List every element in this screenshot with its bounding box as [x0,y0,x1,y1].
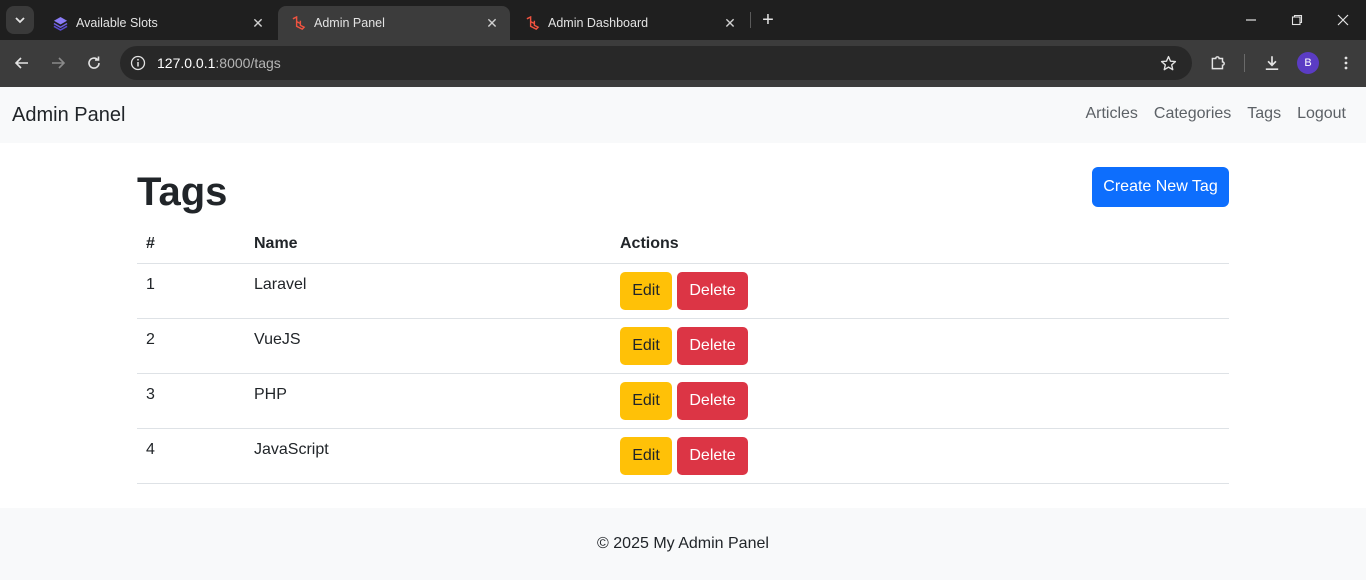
puzzle-icon [1211,56,1225,70]
edit-button[interactable]: Edit [620,437,672,475]
edit-button[interactable]: Edit [620,272,672,310]
new-tab-button[interactable]: + [757,9,779,31]
url-host: 127.0.0.1 [157,55,216,71]
delete-button[interactable]: Delete [677,437,748,475]
arrow-right-icon [52,57,66,69]
cell-name: PHP [254,386,287,403]
nav-links: Articles Categories Tags Logout [1085,105,1346,123]
nav-link-categories[interactable]: Categories [1154,105,1231,123]
url-path: :8000/tags [215,55,281,71]
table-header: # Name Actions [137,224,1229,264]
nav-link-logout[interactable]: Logout [1297,105,1346,123]
page-footer: © 2025 My Admin Panel [0,508,1366,580]
cell-id: 4 [146,441,155,458]
browser-tabstrip: Available Slots ✕ Admin Panel ✕ Admin Da… [0,0,1366,40]
brand-link[interactable]: Admin Panel [12,104,125,127]
nav-link-tags[interactable]: Tags [1247,105,1281,123]
tags-table: # Name Actions 1 Laravel Edit Delete 2 V… [137,224,1229,484]
table-row: 4 JavaScript Edit Delete [137,429,1229,484]
tab-title: Admin Panel [314,16,385,30]
table-row: 1 Laravel Edit Delete [137,264,1229,319]
tab-admin-panel[interactable]: Admin Panel ✕ [278,6,510,40]
reload-button[interactable] [79,48,109,78]
tab-admin-dashboard[interactable]: Admin Dashboard ✕ [512,6,748,40]
table-row: 2 VueJS Edit Delete [137,319,1229,374]
cell-name: VueJS [254,331,301,348]
browser-toolbar: 127.0.0.1:8000/tags B [0,40,1366,87]
more-vertical-icon [1344,56,1348,70]
column-header-id: # [146,235,155,252]
back-button[interactable] [7,48,37,78]
restore-button[interactable] [1274,0,1320,40]
column-header-actions: Actions [620,235,679,252]
edit-button[interactable]: Edit [620,382,672,420]
downloads-button[interactable] [1257,48,1287,78]
close-icon[interactable]: ✕ [482,13,502,33]
cell-id: 3 [146,386,155,403]
bookmark-star-icon[interactable] [1158,53,1178,73]
minimize-icon [1246,19,1256,21]
footer-text: © 2025 My Admin Panel [597,535,769,552]
cell-name: Laravel [254,276,307,293]
close-icon[interactable]: ✕ [720,13,740,33]
url-text: 127.0.0.1:8000/tags [157,55,281,71]
browser-menu-button[interactable] [1331,48,1361,78]
tab-divider [750,12,751,28]
forward-button[interactable] [43,48,73,78]
page-title: Tags [137,170,228,214]
arrow-left-icon [14,57,28,69]
cell-name: JavaScript [254,441,329,458]
tab-title: Admin Dashboard [548,16,649,30]
close-icon[interactable]: ✕ [248,13,268,33]
tab-available-slots[interactable]: Available Slots ✕ [40,6,276,40]
cell-id: 2 [146,331,155,348]
laravel-icon [524,15,540,31]
profile-avatar[interactable]: B [1297,52,1319,74]
restore-icon [1291,14,1303,26]
extensions-button[interactable] [1203,48,1233,78]
chevron-down-icon [15,17,25,24]
create-new-tag-button[interactable]: Create New Tag [1092,167,1229,207]
nav-link-articles[interactable]: Articles [1085,105,1137,123]
layers-icon [52,15,68,31]
cell-id: 1 [146,276,155,293]
edit-button[interactable]: Edit [620,327,672,365]
laravel-icon [290,15,306,31]
download-icon [1265,56,1279,71]
delete-button[interactable]: Delete [677,272,748,310]
minimize-button[interactable] [1228,0,1274,40]
table-row: 3 PHP Edit Delete [137,374,1229,429]
toolbar-divider [1244,54,1245,72]
delete-button[interactable]: Delete [677,382,748,420]
close-icon [1337,14,1349,26]
address-bar[interactable]: 127.0.0.1:8000/tags [120,46,1192,80]
column-header-name: Name [254,235,298,252]
tab-search-button[interactable] [6,6,34,34]
reload-icon [88,56,100,69]
app-navbar: Admin Panel Articles Categories Tags Log… [0,87,1366,143]
window-close-button[interactable] [1320,0,1366,40]
site-info-icon[interactable] [128,53,148,73]
tab-title: Available Slots [76,16,158,30]
delete-button[interactable]: Delete [677,327,748,365]
